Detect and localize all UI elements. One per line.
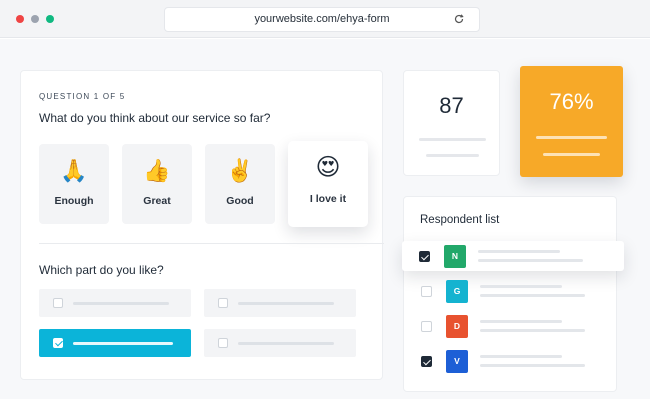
placeholder-text-bar	[426, 154, 479, 157]
close-window-dot[interactable]	[16, 15, 24, 23]
checkbox-checked[interactable]	[53, 338, 63, 348]
browser-toolbar: yourwebsite.com/ehya-form	[0, 0, 650, 38]
minimize-window-dot[interactable]	[31, 15, 39, 23]
option-great[interactable]: 👍 Great	[122, 144, 192, 224]
placeholder-text-bar	[478, 250, 560, 253]
victory-hand-icon: ✌️	[226, 158, 254, 183]
avatar: D	[446, 315, 468, 338]
checkbox-checked[interactable]	[419, 251, 430, 262]
option-label: Good	[226, 195, 254, 207]
praying-hands-icon: 🙏	[60, 158, 88, 183]
completion-percent: 76%	[549, 89, 594, 114]
checkbox[interactable]	[421, 321, 432, 332]
respondent-row[interactable]: V	[404, 346, 618, 378]
second-question-title: Which part do you like?	[39, 263, 164, 277]
placeholder-text-bar	[238, 302, 334, 305]
placeholder-text-bar	[480, 294, 585, 297]
checkbox[interactable]	[218, 298, 228, 308]
avatar: V	[446, 350, 468, 373]
option-i-love-it[interactable]: 😍 I love it	[288, 141, 368, 227]
placeholder-text-bar	[480, 285, 562, 288]
respondent-row[interactable]: N	[402, 241, 624, 271]
option-label: Enough	[54, 195, 94, 207]
choice-option-1[interactable]	[39, 289, 191, 317]
placeholder-text-bar	[543, 153, 600, 156]
placeholder-text-bar	[73, 342, 173, 345]
respondent-list-title: Respondent list	[420, 214, 500, 226]
thumbs-up-icon: 👍	[143, 158, 171, 183]
placeholder-text-bar	[480, 355, 562, 358]
question-counter: QUESTION 1 OF 5	[39, 92, 126, 101]
question-title: What do you think about our service so f…	[39, 111, 271, 125]
placeholder-text-bar	[480, 320, 562, 323]
completion-rate-card: 76%	[520, 66, 623, 177]
choice-option-2[interactable]	[204, 289, 356, 317]
respondent-row[interactable]: D	[404, 311, 618, 343]
reload-icon[interactable]	[453, 13, 465, 25]
response-count-card: 87	[403, 70, 500, 176]
checkbox-checked[interactable]	[421, 356, 432, 367]
placeholder-text-bar	[238, 342, 334, 345]
respondent-row[interactable]: G	[404, 276, 618, 308]
response-count: 87	[439, 93, 464, 118]
placeholder-text-bar	[478, 259, 583, 262]
option-label: I love it	[309, 193, 347, 205]
placeholder-text-bar	[480, 329, 585, 332]
placeholder-text-bar	[419, 138, 486, 141]
respondent-list-card: Respondent list N G D V	[402, 196, 624, 392]
checkbox[interactable]	[53, 298, 63, 308]
option-good[interactable]: ✌️ Good	[205, 144, 275, 224]
address-bar-url: yourwebsite.com/ehya-form	[254, 13, 390, 25]
avatar: N	[444, 245, 466, 268]
placeholder-text-bar	[536, 136, 607, 139]
address-bar[interactable]: yourwebsite.com/ehya-form	[164, 7, 480, 32]
divider	[39, 243, 384, 244]
checkbox[interactable]	[218, 338, 228, 348]
choice-option-3-selected[interactable]	[39, 329, 191, 357]
survey-form-card: QUESTION 1 OF 5 What do you think about …	[20, 70, 384, 380]
placeholder-text-bar	[73, 302, 169, 305]
option-label: Great	[143, 195, 171, 207]
checkbox[interactable]	[421, 286, 432, 297]
avatar: G	[446, 280, 468, 303]
choice-option-4[interactable]	[204, 329, 356, 357]
option-enough[interactable]: 🙏 Enough	[39, 144, 109, 224]
placeholder-text-bar	[480, 364, 585, 367]
heart-eyes-icon: 😍	[315, 154, 341, 181]
maximize-window-dot[interactable]	[46, 15, 54, 23]
